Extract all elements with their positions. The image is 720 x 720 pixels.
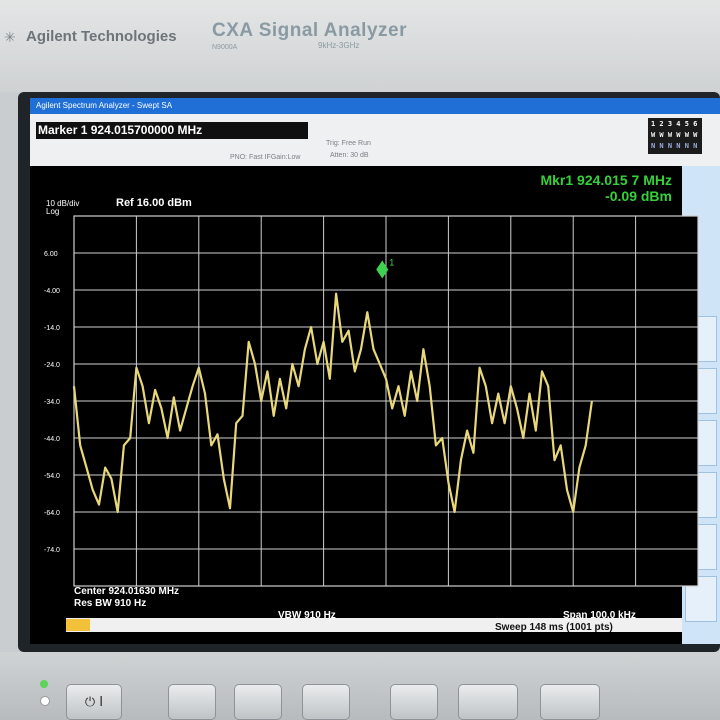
y-tick-label: -54.0 [44, 473, 60, 480]
center-frequency[interactable]: Center 924.01630 MHz [74, 586, 179, 597]
model-range: 9kHz-3GHz [318, 41, 360, 50]
y-tick-label: -74.0 [44, 547, 60, 554]
instrument-bezel-top: ✳ Agilent Technologies CXA Signal Analyz… [0, 0, 720, 92]
model-code: N9000A [212, 44, 238, 51]
power-icon: ⏻ I [84, 694, 104, 710]
standby-led [40, 696, 50, 706]
hw-key-6[interactable] [540, 684, 600, 720]
power-led [40, 680, 48, 688]
hw-key-2[interactable] [234, 684, 282, 720]
y-tick-label: -64.0 [44, 510, 60, 517]
spectrum-plot[interactable]: 6.00 -4.00 -14.0 -24.0 -34.0 -44.0 -54.0 -64.0 -… [30, 98, 720, 644]
y-tick-label: -14.0 [44, 325, 60, 332]
agilent-spark-icon: ✳ [4, 30, 16, 46]
y-tick-label: -4.00 [44, 288, 60, 295]
y-tick-label: -24.0 [44, 362, 60, 369]
hw-key-5[interactable] [458, 684, 518, 720]
sweep-time[interactable]: Sweep 148 ms (1001 pts) [495, 622, 613, 633]
y-tick-label: -34.0 [44, 399, 60, 406]
y-tick-label: -44.0 [44, 436, 60, 443]
marker-number-label: 1 [389, 258, 394, 268]
power-button[interactable]: ⏻ I [66, 684, 122, 720]
brand-name: Agilent Technologies [26, 28, 177, 45]
hw-key-1[interactable] [168, 684, 216, 720]
analyzer-display: Agilent Spectrum Analyzer - Swept SA Mar… [30, 98, 720, 644]
y-tick-label: 6.00 [44, 251, 58, 258]
hw-key-3[interactable] [302, 684, 350, 720]
resolution-bandwidth[interactable]: Res BW 910 Hz [74, 598, 146, 609]
status-indicator [66, 619, 90, 631]
hw-key-4[interactable] [390, 684, 438, 720]
model-name: CXA Signal Analyzer [212, 20, 407, 41]
